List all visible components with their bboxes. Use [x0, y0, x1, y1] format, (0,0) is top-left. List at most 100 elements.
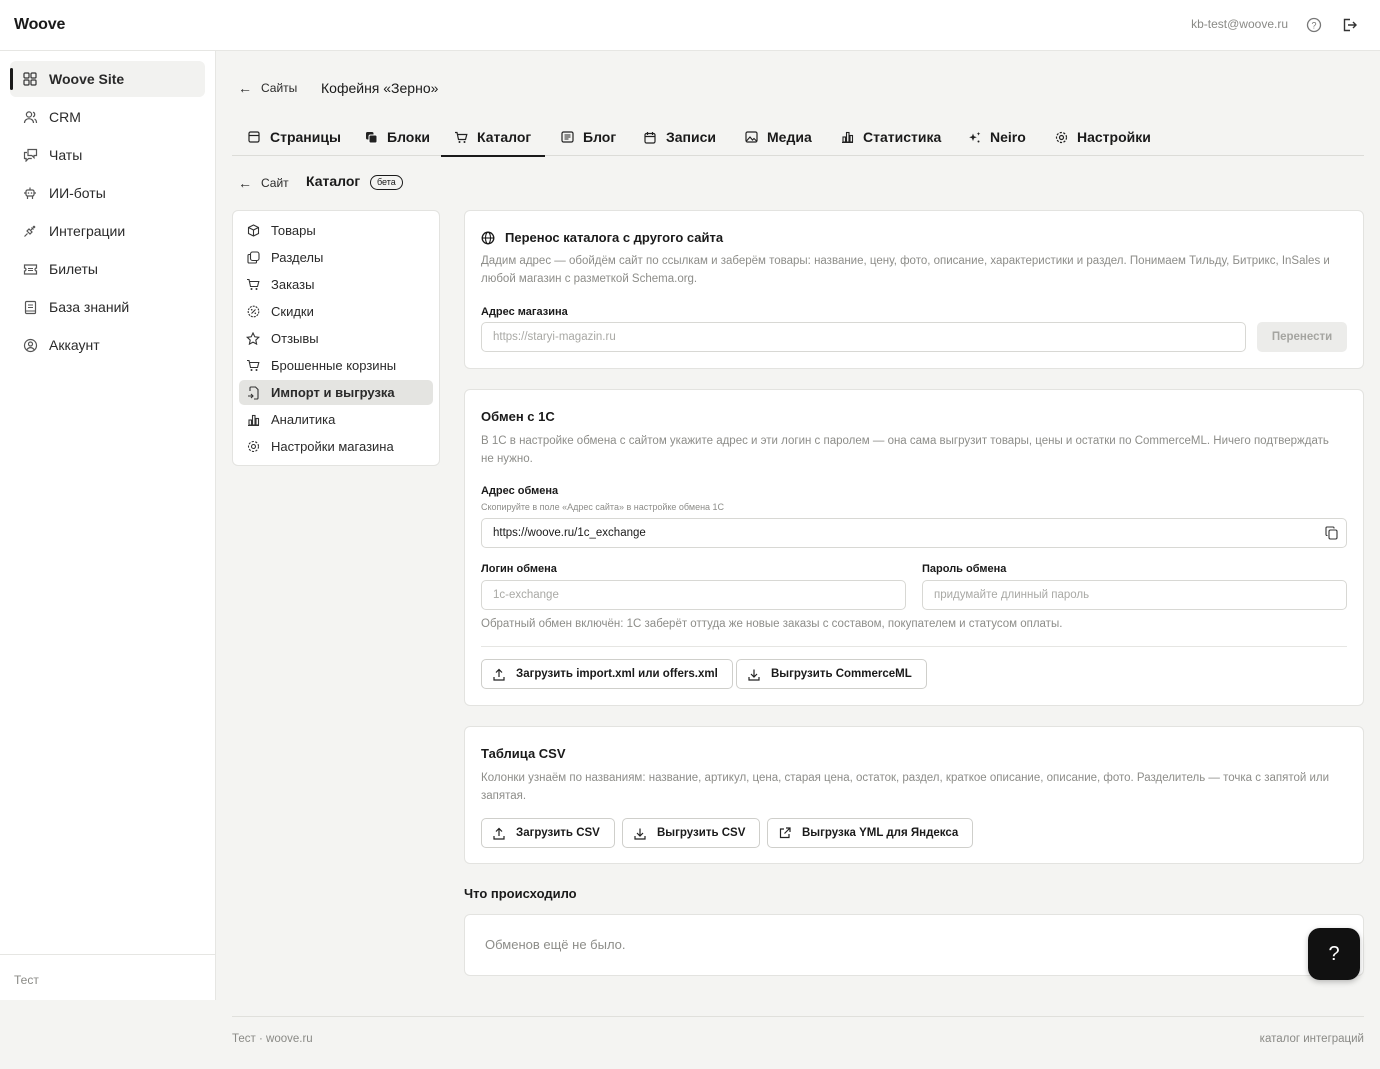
catalog-subnav: Товары Разделы Заказы Скидки Отзывы Брош… [232, 210, 440, 466]
users-icon [22, 109, 38, 125]
globe-icon [481, 231, 495, 245]
sidebar-item-label: Woove Site [49, 71, 125, 87]
sidebar-item-crm[interactable]: CRM [10, 99, 205, 135]
sidebar: Woove Site CRM Чаты ИИ-боты Интеграции Б… [0, 51, 216, 1000]
logout-icon[interactable] [1340, 16, 1358, 34]
tab-blog[interactable]: Блог [560, 118, 616, 156]
subnav-item-abandoned-carts[interactable]: Брошенные корзины [239, 353, 433, 378]
subnav-item-discounts[interactable]: Скидки [239, 299, 433, 324]
exchange-title: Обмен с 1С [481, 409, 555, 424]
sidebar-item-woove-site[interactable]: Woove Site [10, 61, 205, 97]
subnav-label: Разделы [271, 250, 324, 265]
shop-address-input[interactable] [481, 322, 1246, 352]
subnav-item-store-settings[interactable]: Настройки магазина [239, 434, 433, 459]
section-title: Каталог [306, 173, 361, 189]
login-label: Логин обмена [481, 563, 557, 575]
tab-records[interactable]: Записи [643, 118, 716, 156]
subnav-item-import-export[interactable]: Импорт и выгрузка [239, 380, 433, 405]
subnav-item-products[interactable]: Товары [239, 218, 433, 243]
sidebar-item-label: Билеты [49, 261, 98, 277]
sidebar-item-account[interactable]: Аккаунт [10, 327, 205, 363]
tab-catalog[interactable]: Каталог [440, 118, 546, 157]
tab-label: Статистика [863, 129, 942, 145]
tab-neiro[interactable]: Neiro [967, 118, 1026, 156]
chat-icon [22, 147, 38, 163]
subnav-label: Заказы [271, 277, 315, 292]
subnav-label: Настройки магазина [271, 439, 394, 454]
tab-label: Блоки [387, 129, 430, 145]
tab-label: Настройки [1077, 129, 1151, 145]
tab-media[interactable]: Медиа [744, 118, 812, 156]
subnav-label: Отзывы [271, 331, 319, 346]
tab-pages[interactable]: Страницы [247, 118, 341, 156]
upload-xml-button[interactable]: Загрузить import.xml или offers.xml [481, 659, 733, 689]
button-label: Выгрузить CSV [657, 827, 746, 839]
sidebar-item-label: Чаты [49, 147, 83, 163]
gear-icon [1054, 130, 1068, 144]
exchange-note: Обратный обмен включён: 1С заберёт оттуд… [481, 618, 1063, 630]
cart-icon [246, 278, 260, 292]
plug-icon [22, 223, 38, 239]
divider [481, 646, 1347, 647]
sidebar-item-label: ИИ-боты [49, 185, 106, 201]
subnav-label: Брошенные корзины [271, 358, 397, 373]
exchange-description: В 1С в настройке обмена с сайтом укажите… [481, 435, 1329, 465]
button-label: Загрузить import.xml или offers.xml [516, 668, 718, 680]
tab-label: Neiro [990, 129, 1026, 145]
migration-title-text: Перенос каталога с другого сайта [505, 230, 724, 245]
subnav-item-orders[interactable]: Заказы [239, 272, 433, 297]
password-label: Пароль обмена [922, 563, 1007, 575]
copy-icon[interactable] [1325, 526, 1338, 540]
calendar-icon [643, 130, 657, 144]
integrations-catalog-link[interactable]: каталог интеграций [1260, 1033, 1364, 1045]
sparkle-icon [967, 130, 981, 144]
sidebar-footer: Тест [0, 954, 215, 1000]
history-card: Обменов ещё не было. [464, 914, 1364, 976]
password-input[interactable] [922, 580, 1347, 610]
export-commerceml-button[interactable]: Выгрузить CommerceML [736, 659, 927, 689]
star-icon [246, 332, 260, 346]
download-icon [633, 826, 647, 840]
sidebar-item-chats[interactable]: Чаты [10, 137, 205, 173]
box-icon [246, 224, 260, 238]
help-button[interactable]: ? [1308, 928, 1360, 980]
exchange-address-field[interactable]: https://woove.ru/1c_exchange [481, 518, 1347, 548]
tab-label: Медиа [767, 129, 812, 145]
tab-blocks[interactable]: Блоки [364, 118, 430, 156]
login-input[interactable] [481, 580, 906, 610]
export-yml-button[interactable]: Выгрузка YML для Яндекса [767, 818, 974, 848]
cart-icon [246, 359, 260, 373]
history-title: Что происходило [464, 886, 577, 901]
button-label: Выгрузить CommerceML [771, 668, 912, 680]
blocks-icon [364, 130, 378, 144]
subnav-item-reviews[interactable]: Отзывы [239, 326, 433, 351]
sidebar-item-knowledge-base[interactable]: База знаний [10, 289, 205, 325]
tab-statistics[interactable]: Статистика [840, 118, 941, 156]
sidebar-footer-text: Тест [14, 973, 39, 987]
app-logo[interactable]: Woove [14, 16, 65, 34]
tab-settings[interactable]: Настройки [1054, 118, 1151, 156]
sidebar-item-integrations[interactable]: Интеграции [10, 213, 205, 249]
user-email[interactable]: kb-test@woove.ru [1191, 17, 1288, 31]
migrate-button[interactable]: Перенести [1257, 322, 1347, 352]
upload-csv-button[interactable]: Загрузить CSV [481, 818, 615, 848]
back-to-sites-link[interactable]: ← Сайты [238, 80, 297, 96]
history-empty-text: Обменов ещё не было. [485, 937, 626, 952]
folders-icon [246, 251, 260, 265]
sidebar-item-tickets[interactable]: Билеты [10, 251, 205, 287]
back-to-site-link[interactable]: ← Сайт [238, 175, 289, 191]
help-circle-icon[interactable]: ? [1305, 16, 1323, 34]
upload-icon [492, 826, 506, 840]
subnav-item-sections[interactable]: Разделы [239, 245, 433, 270]
tab-label: Каталог [477, 129, 532, 145]
subnav-label: Аналитика [271, 412, 336, 427]
arrow-left-icon: ← [238, 175, 252, 191]
migration-title: Перенос каталога с другого сайта [481, 230, 723, 245]
export-csv-button[interactable]: Выгрузить CSV [622, 818, 761, 848]
top-bar: Woove kb-test@woove.ru ? [0, 0, 1380, 51]
discount-icon [246, 305, 260, 319]
button-label: Выгрузка YML для Яндекса [802, 827, 959, 839]
sidebar-item-ai-bots[interactable]: ИИ-боты [10, 175, 205, 211]
subnav-item-analytics[interactable]: Аналитика [239, 407, 433, 432]
book-icon [22, 299, 38, 315]
